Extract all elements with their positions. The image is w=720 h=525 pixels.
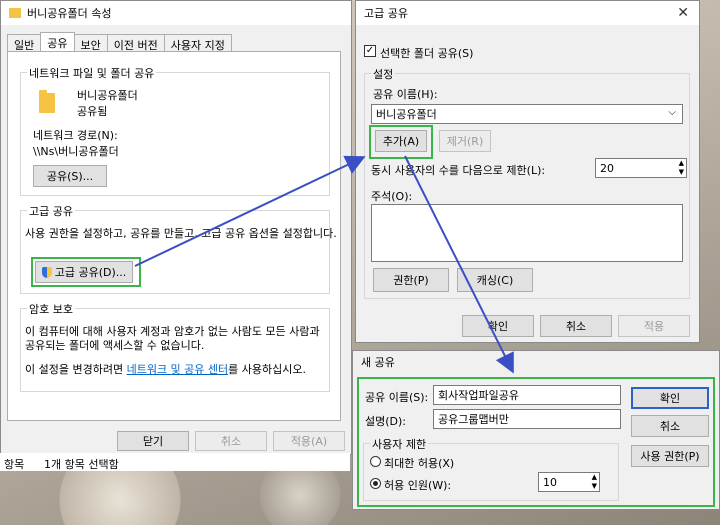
share-name-select-value: 버니공유폴더 [376, 108, 437, 121]
network-share-group-title: 네트워크 파일 및 폴더 공유 [27, 65, 157, 81]
settings-group-title: 설정 [371, 66, 396, 82]
share-folder-checkbox[interactable]: ✓ [364, 45, 376, 57]
settings-group: 설정 공유 이름(H): 버니공유폴더 ⌵ 추가(A) 제거(R) 동시 사용자… [364, 66, 690, 299]
max-allowed-radio[interactable] [370, 456, 381, 467]
new-share-window: 새 공유 공유 이름(S): 회사작업파일공유 설명(D): 공유그룹맵버만 사… [352, 350, 720, 510]
stepper-arrows-icon[interactable]: ▲ ▼ [679, 159, 684, 177]
adv-cancel-button[interactable]: 취소 [540, 315, 612, 337]
advanced-sharing-window: 고급 공유 ✕ ✓ 선택한 폴더 공유(S) 설정 공유 이름(H): 버니공유… [355, 0, 700, 343]
statusbar-item-count: 항목 [4, 458, 25, 471]
comment-label: 주석(O): [371, 190, 413, 203]
password-protection-group: 암호 보호 이 컴퓨터에 대해 사용자 계정과 암호가 없는 사람도 모든 사람… [20, 301, 330, 392]
remove-button[interactable]: 제거(R) [439, 130, 491, 152]
comment-textarea[interactable] [371, 204, 683, 262]
new-share-title: 새 공유 [361, 356, 395, 369]
adv-apply-button[interactable]: 적용 [618, 315, 690, 337]
explorer-statusbar: 항목 1개 항목 선택함 [0, 453, 350, 471]
share-name-label: 공유 이름(H): [373, 88, 438, 101]
folder-name: 버니공유폴더 [77, 89, 138, 102]
allow-count-value: 10 [543, 475, 557, 489]
share-button[interactable]: 공유(S)... [33, 165, 107, 187]
chevron-down-icon: ⌵ [668, 107, 676, 118]
password-change-prefix: 이 설정을 변경하려면 [25, 363, 127, 376]
new-share-cancel-button[interactable]: 취소 [631, 415, 709, 437]
close-button[interactable]: 닫기 [117, 431, 189, 451]
properties-cancel-button[interactable]: 취소 [195, 431, 267, 451]
share-folder-checkbox-label: 선택한 폴더 공유(S) [380, 47, 474, 60]
add-button-highlight [369, 125, 433, 159]
advanced-sharing-title: 고급 공유 [364, 7, 408, 20]
password-change-suffix: 를 사용하십시오. [228, 363, 306, 376]
folder-icon [39, 90, 55, 113]
permissions-button[interactable]: 권한(P) [373, 268, 449, 292]
description-value: 공유그룹맵버만 [438, 413, 509, 426]
new-share-permissions-button[interactable]: 사용 권한(P) [631, 445, 709, 467]
description-field[interactable]: 공유그룹맵버만 [433, 409, 621, 429]
max-allowed-label: 최대한 허용(X) [384, 457, 455, 470]
sharing-tab-panel: 네트워크 파일 및 폴더 공유 버니공유폴더 공유됨 네트워크 경로(N): \… [7, 51, 341, 421]
allow-count-radio[interactable] [370, 478, 381, 489]
user-limit-group: 사용자 제한 최대한 허용(X) 허용 인원(W): 10 ▲ ▼ [363, 436, 619, 501]
properties-titlebar: 버니공유폴더 속성 [1, 1, 351, 25]
tab-sharing[interactable]: 공유 [40, 32, 75, 53]
new-share-titlebar: 새 공유 [353, 351, 719, 373]
advanced-share-description: 사용 권한을 설정하고, 공유를 만들고, 고급 공유 옵션을 설정합니다. [25, 227, 337, 240]
allow-count-stepper[interactable]: 10 ▲ ▼ [538, 472, 600, 492]
user-limit-label: 동시 사용자의 수를 다음으로 제한(L): [371, 164, 546, 177]
user-limit-stepper[interactable]: 20 ▲ ▼ [595, 158, 687, 178]
network-share-group: 네트워크 파일 및 폴더 공유 버니공유폴더 공유됨 네트워크 경로(N): \… [20, 65, 330, 196]
folder-icon [9, 8, 21, 18]
network-sharing-center-link[interactable]: 네트워크 및 공유 센터 [127, 363, 229, 376]
allow-count-label: 허용 인원(W): [384, 479, 452, 492]
statusbar-selected: 1개 항목 선택함 [44, 458, 119, 471]
adv-ok-button[interactable]: 확인 [462, 315, 534, 337]
network-path-label: 네트워크 경로(N): [33, 129, 118, 142]
properties-title: 버니공유폴더 속성 [27, 7, 112, 20]
network-path-value: \\Ns\버니공유폴더 [33, 145, 119, 158]
password-description-line3: 이 설정을 변경하려면 네트워크 및 공유 센터를 사용하십시오. [25, 361, 306, 377]
new-share-name-value: 회사작업파일공유 [438, 389, 519, 402]
new-share-name-field[interactable]: 회사작업파일공유 [433, 385, 621, 405]
caching-button[interactable]: 캐싱(C) [457, 268, 533, 292]
close-icon[interactable]: ✕ [677, 5, 689, 21]
advanced-share-highlight [31, 257, 141, 287]
description-label: 설명(D): [365, 415, 406, 428]
stepper-arrows-icon[interactable]: ▲ ▼ [592, 473, 597, 491]
user-limit-group-title: 사용자 제한 [370, 436, 429, 452]
password-description-line2: 공유되는 폴더에 액세스할 수 없습니다. [25, 339, 205, 352]
advanced-sharing-titlebar: 고급 공유 [356, 1, 699, 25]
advanced-share-group-title: 고급 공유 [27, 203, 75, 219]
user-limit-value: 20 [600, 161, 614, 175]
password-protection-group-title: 암호 보호 [27, 301, 75, 317]
share-name-label: 공유 이름(S): [365, 391, 429, 404]
share-state: 공유됨 [77, 105, 108, 118]
properties-window: 버니공유폴더 속성 일반 공유 보안 이전 버전 사용자 지정 네트워크 파일 … [0, 0, 352, 455]
properties-apply-button[interactable]: 적용(A) [273, 431, 345, 451]
share-name-select[interactable]: 버니공유폴더 ⌵ [371, 104, 683, 124]
new-share-ok-button[interactable]: 확인 [631, 387, 709, 409]
